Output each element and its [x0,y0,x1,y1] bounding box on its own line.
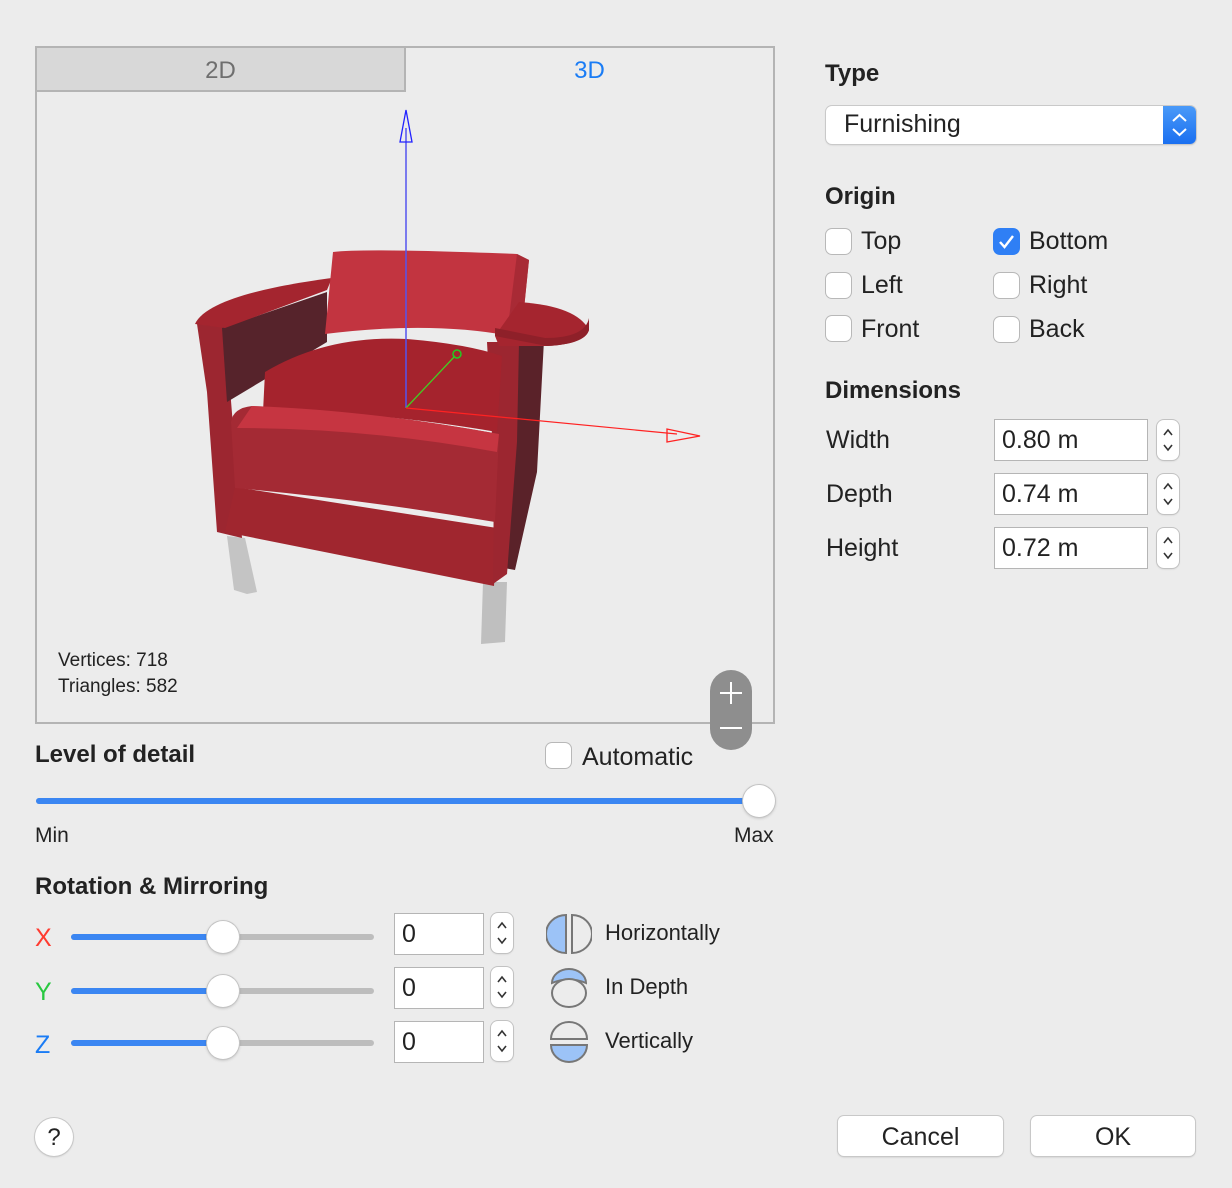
origin-bottom-label: Bottom [1029,227,1109,255]
plus-icon [720,682,742,704]
rotation-y-stepper[interactable] [491,967,513,1007]
select-stepper [1163,106,1196,144]
mirror-vertically-button[interactable]: Vertically [546,1020,736,1064]
armchair-model [195,250,589,644]
tab-2d[interactable]: 2D [37,48,406,92]
model-render [195,109,701,644]
rotation-z-stepper[interactable] [491,1021,513,1061]
origin-top-checkbox[interactable] [826,229,851,254]
width-stepper[interactable] [1157,420,1179,460]
rotation-y-input[interactable]: 0 [394,967,484,1009]
origin-right-label: Right [1029,271,1088,299]
origin-front-label: Front [861,315,920,343]
ok-button[interactable]: OK [1031,1116,1195,1156]
rotation-x-label: X [35,924,52,952]
level-of-detail-slider[interactable] [36,798,774,804]
3d-viewport[interactable]: Vertices: 718 Triangles: 582 [37,92,773,750]
min-label: Min [35,824,69,847]
rotation-z-input[interactable]: 0 [394,1021,484,1063]
zoom-out-button[interactable] [710,710,752,750]
origin-left-checkbox[interactable] [826,273,851,298]
stepper-icon [497,921,507,945]
height-input[interactable]: 0.72 m [994,527,1148,569]
depth-label: Depth [826,480,893,508]
tab-3d[interactable]: 3D [406,48,773,92]
rotation-heading: Rotation & Mirroring [35,873,269,900]
origin-left-label: Left [861,271,903,299]
origin-bottom-checkbox[interactable] [994,229,1019,254]
origin-back-checkbox[interactable] [994,317,1019,342]
mirror-in-depth-button[interactable]: In Depth [546,966,736,1010]
width-input[interactable]: 0.80 m [994,419,1148,461]
x-axis-arrow [666,428,701,443]
mirror-vertically-label: Vertically [605,1028,694,1053]
mirror-in-depth-label: In Depth [605,974,689,999]
max-label: Max [734,824,774,847]
level-of-detail-slider-knob[interactable] [743,785,775,817]
type-select[interactable]: Furnishing [826,106,1196,144]
triangles-count: Triangles: 582 [58,676,178,697]
rotation-x-input[interactable]: 0 [394,913,484,955]
automatic-label: Automatic [582,743,694,771]
zoom-in-button[interactable] [710,670,752,710]
zoom-control [710,670,752,750]
origin-right-checkbox[interactable] [994,273,1019,298]
rotation-y-label: Y [35,978,52,1006]
rotation-z-slider-knob[interactable] [206,1027,239,1059]
depth-stepper[interactable] [1157,474,1179,514]
rotation-x-slider-knob[interactable] [206,921,239,953]
mirror-horizontal-icon [546,913,592,955]
cancel-button[interactable]: Cancel [838,1116,1003,1156]
origin-front-checkbox[interactable] [826,316,851,341]
mirror-depth-icon [550,968,588,1008]
height-label: Height [826,534,899,562]
chair-backrest [325,250,529,338]
preview-panel: 2D 3D Vertices: 718 Triangles: 582 [35,46,775,750]
slider-fill [71,1040,223,1046]
stepper-icon [1163,536,1173,560]
chair-leg [227,536,257,594]
depth-input[interactable]: 0.74 m [994,473,1148,515]
minus-icon [720,727,742,729]
mirror-vertical-icon [549,1021,589,1063]
origin-back-label: Back [1029,315,1085,343]
slider-fill [36,798,774,804]
origin-top-label: Top [861,227,902,255]
checkmark-icon [999,235,1014,249]
dimensions-heading: Dimensions [825,377,962,404]
mirror-horizontally-button[interactable]: Horizontally [546,912,736,956]
level-of-detail-heading: Level of detail [35,741,196,768]
slider-fill [71,988,223,994]
width-label: Width [826,426,890,454]
stepper-icon [1163,482,1173,506]
origin-heading: Origin [825,183,896,210]
height-stepper[interactable] [1157,528,1179,568]
rotation-x-stepper[interactable] [491,913,513,953]
stepper-icon [497,975,507,999]
type-heading: Type [825,60,880,87]
rotation-y-slider-knob[interactable] [206,975,239,1007]
chair-leg [481,582,507,644]
rotation-z-label: Z [35,1031,51,1059]
slider-fill [71,934,223,940]
type-select-value: Furnishing [844,110,961,138]
automatic-checkbox[interactable] [546,743,571,768]
stepper-icon [1163,428,1173,452]
help-button[interactable]: ? [35,1118,73,1156]
stepper-icon [497,1029,507,1053]
vertices-count: Vertices: 718 [58,650,168,671]
chevron-up-down-icon [1172,113,1187,137]
mirror-horizontally-label: Horizontally [605,920,720,945]
